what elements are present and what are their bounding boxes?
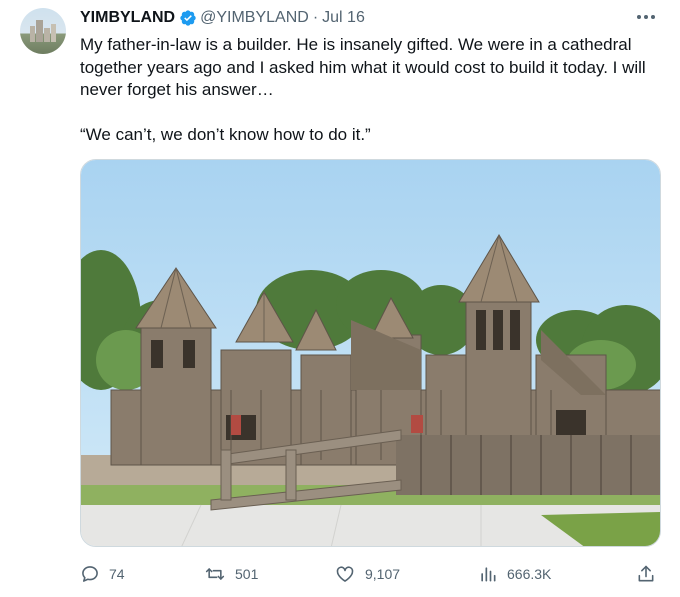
repost-button[interactable]: 501 — [204, 562, 258, 586]
like-count: 9,107 — [365, 566, 401, 582]
share-icon — [638, 565, 654, 582]
header-separator: · — [312, 9, 319, 26]
views-button[interactable]: 666.3K — [478, 562, 551, 586]
like-button[interactable]: 9,107 — [334, 562, 400, 586]
tweet-date[interactable]: Jul 16 — [322, 9, 365, 27]
views-icon — [481, 567, 496, 582]
avatar[interactable] — [20, 8, 66, 54]
playground-photo — [81, 160, 660, 546]
tweet-photo[interactable] — [80, 159, 661, 547]
reply-button[interactable]: 74 — [80, 562, 125, 586]
author-name[interactable]: YIMBYLAND — [80, 9, 175, 27]
repost-icon — [205, 568, 225, 580]
action-bar: 74 501 9,107 666.3K — [80, 562, 662, 586]
tweet-header: YIMBYLAND @YIMBYLAND · Jul 16 — [80, 7, 365, 29]
more-icon[interactable] — [634, 7, 658, 27]
verified-badge-icon — [179, 9, 197, 27]
reply-icon — [82, 566, 98, 582]
tweet-text: My father-in-law is a builder. He is ins… — [80, 35, 646, 144]
like-icon — [336, 566, 354, 582]
tweet[interactable]: YIMBYLAND @YIMBYLAND · Jul 16 My father-… — [0, 0, 680, 597]
share-button[interactable] — [636, 562, 665, 586]
repost-count: 501 — [235, 566, 259, 582]
author-handle[interactable]: @YIMBYLAND — [200, 9, 309, 27]
view-count: 666.3K — [507, 566, 552, 582]
reply-count: 74 — [109, 566, 125, 582]
